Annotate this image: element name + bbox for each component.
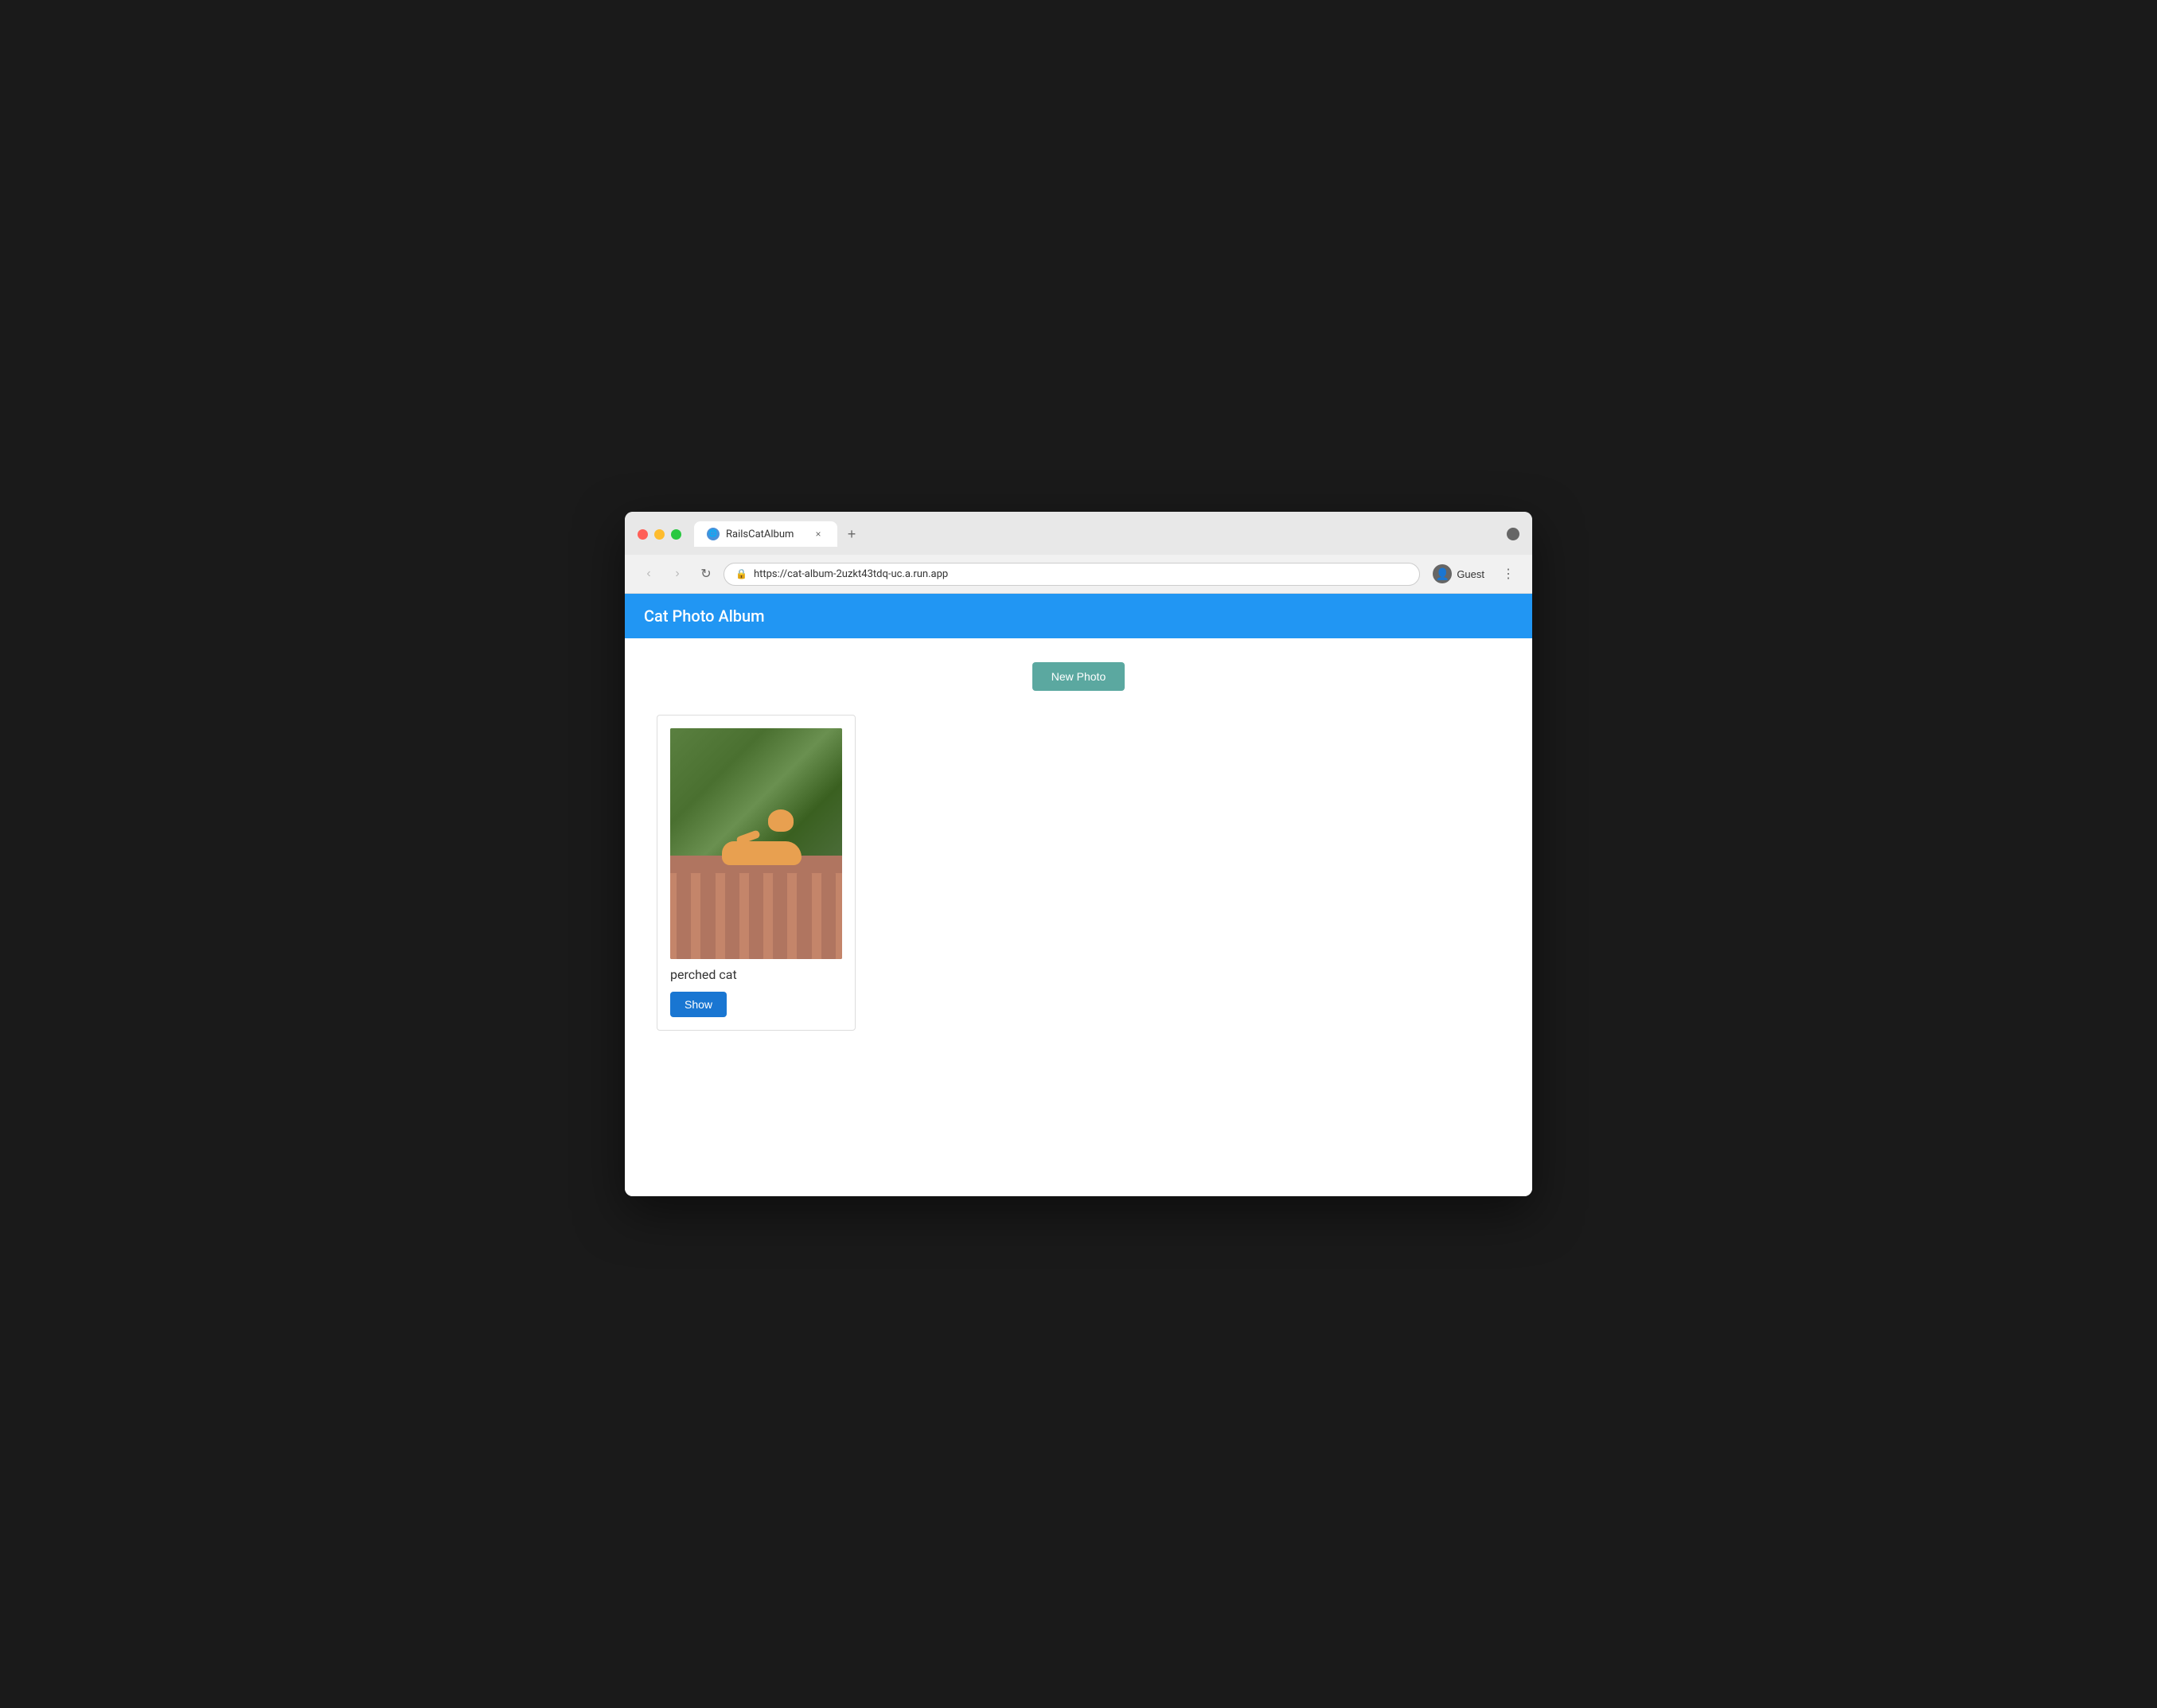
app-header: Cat Photo Album xyxy=(625,594,1532,638)
active-tab[interactable]: 🌐 RailsCatAlbum × xyxy=(694,521,837,547)
new-photo-container: New Photo xyxy=(657,662,1500,691)
secure-icon: 🔒 xyxy=(735,568,747,579)
fence xyxy=(670,856,842,960)
minimize-window-button[interactable] xyxy=(654,529,665,540)
tab-title: RailsCatAlbum xyxy=(726,528,805,540)
tab-bar: 🌐 RailsCatAlbum × + xyxy=(694,521,863,547)
tab-favicon: 🌐 xyxy=(707,528,720,540)
app-body: New Photo xyxy=(625,638,1532,1196)
reload-button[interactable]: ↻ xyxy=(695,563,717,585)
record-indicator xyxy=(1507,528,1519,540)
profile-label: Guest xyxy=(1457,568,1484,580)
url-bar[interactable]: 🔒 https://cat-album-2uzkt43tdq-uc.a.run.… xyxy=(724,563,1420,586)
app-title: Cat Photo Album xyxy=(644,606,1513,626)
maximize-window-button[interactable] xyxy=(671,529,681,540)
web-content: Cat Photo Album New Photo xyxy=(625,594,1532,1196)
photo-card: perched cat Show xyxy=(657,715,856,1031)
cat-paws xyxy=(762,848,784,854)
browser-window: 🌐 RailsCatAlbum × + ‹ › ↻ 🔒 https://cat-… xyxy=(625,512,1532,1196)
new-photo-button[interactable]: New Photo xyxy=(1032,662,1125,691)
profile-avatar: 👤 xyxy=(1433,564,1452,583)
forward-button[interactable]: › xyxy=(666,563,688,585)
cat-body xyxy=(722,841,802,865)
fence-posts xyxy=(670,873,842,960)
browser-menu-right: 👤 Guest ⋮ xyxy=(1426,561,1519,587)
window-controls xyxy=(638,529,681,540)
photo-image xyxy=(670,728,842,959)
close-tab-button[interactable]: × xyxy=(812,528,825,540)
address-bar: ‹ › ↻ 🔒 https://cat-album-2uzkt43tdq-uc.… xyxy=(625,555,1532,594)
photo-caption: perched cat xyxy=(670,967,842,982)
url-text: https://cat-album-2uzkt43tdq-uc.a.run.ap… xyxy=(754,568,948,580)
back-button[interactable]: ‹ xyxy=(638,563,660,585)
cat-scene xyxy=(670,728,842,959)
title-bar: 🌐 RailsCatAlbum × + xyxy=(625,512,1532,555)
close-window-button[interactable] xyxy=(638,529,648,540)
cat-head xyxy=(768,809,794,832)
show-button[interactable]: Show xyxy=(670,992,727,1017)
profile-button[interactable]: 👤 Guest xyxy=(1426,561,1491,587)
browser-menu-button[interactable]: ⋮ xyxy=(1497,563,1519,585)
new-tab-button[interactable]: + xyxy=(841,523,863,545)
photo-grid: perched cat Show xyxy=(657,715,1500,1031)
